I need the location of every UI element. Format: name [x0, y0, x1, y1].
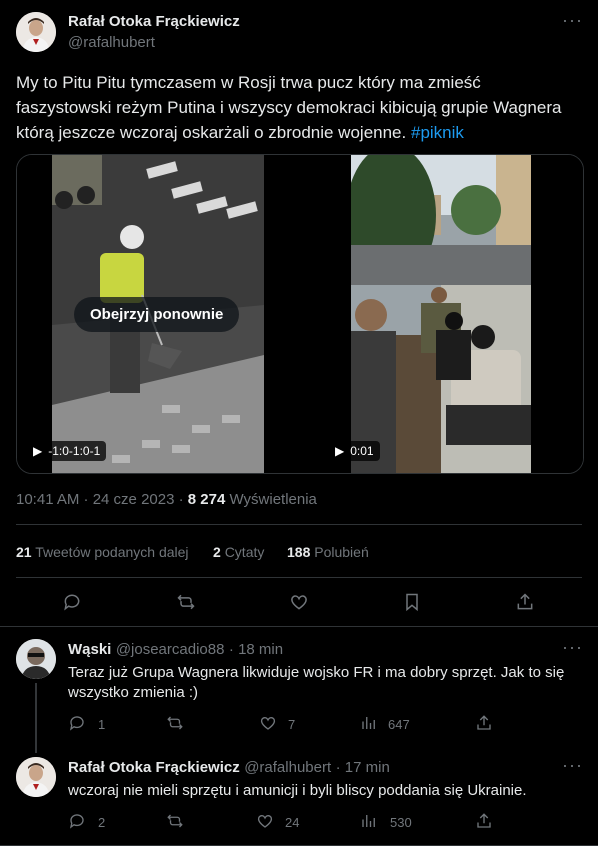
likes-count: 188 [287, 544, 311, 560]
reply-time[interactable]: · 17 min [336, 759, 390, 776]
video-left-timestamp: ▶ -1:0-1:0-1 [27, 441, 107, 461]
reply-author-handle[interactable]: @josearcadio88 [116, 641, 225, 658]
video-right-thumbnail [351, 155, 531, 473]
like-count: 24 [285, 815, 300, 830]
tweet-text: My to Pitu Pitu tymczasem w Rosji trwa p… [16, 70, 576, 145]
retweets-stat[interactable]: 21 Tweetów podanych dalej [16, 544, 189, 560]
reply-text: Teraz już Grupa Wagnera likwiduje wojsko… [68, 664, 565, 701]
tweet-body: My to Pitu Pitu tymczasem w Rosji trwa p… [16, 73, 562, 142]
likes-label: Polubień [314, 544, 369, 560]
reply-count: 2 [98, 815, 106, 830]
video-left-time: -1:0-1:0-1 [48, 444, 101, 458]
divider [0, 626, 598, 627]
reply-count: 1 [98, 717, 106, 732]
video-left[interactable]: Obejrzyj ponownie ▶ -1:0-1:0-1 [17, 155, 299, 473]
tweet-meta: 10:41 AM · 24 cze 2023 · 8 274 Wyświetle… [16, 491, 317, 508]
retweet-icon[interactable] [166, 812, 184, 835]
view-count: 647 [388, 717, 410, 732]
divider [16, 524, 582, 525]
view-count: 530 [390, 815, 412, 830]
bookmark-icon[interactable] [402, 592, 422, 612]
reply-time[interactable]: · 18 min [229, 641, 283, 658]
reply-avatar[interactable] [16, 639, 56, 679]
retweet-icon[interactable] [166, 714, 184, 737]
share-icon[interactable] [475, 714, 493, 737]
reply-icon[interactable] [62, 592, 82, 612]
video-right-time: 0:01 [350, 444, 374, 458]
reply-icon[interactable] [68, 714, 86, 737]
divider [16, 577, 582, 578]
quotes-label: Cytaty [224, 544, 265, 560]
video-right[interactable]: ▶ 0:01 [301, 155, 583, 473]
tweet-timestamp[interactable]: 10:41 AM · 24 cze 2023 · [16, 491, 184, 508]
reply-icon[interactable] [68, 812, 86, 835]
share-icon[interactable] [515, 592, 535, 612]
like-icon[interactable] [259, 714, 277, 737]
more-options-icon[interactable]: ··· [562, 755, 583, 776]
more-options-icon[interactable]: ··· [562, 10, 583, 31]
reply-author-handle[interactable]: @rafalhubert [244, 759, 331, 776]
views-count: 8 274 [187, 491, 226, 508]
views-label: Wyświetlenia [229, 491, 317, 508]
author-handle[interactable]: @rafalhubert [68, 34, 155, 51]
play-icon[interactable]: ▶ [33, 444, 42, 458]
replay-button[interactable]: Obejrzyj ponownie [74, 297, 240, 332]
views-icon[interactable] [360, 812, 378, 835]
like-icon[interactable] [289, 592, 309, 612]
video-right-timestamp: ▶ 0:01 [329, 441, 380, 461]
retweets-label: Tweetów podanych dalej [35, 544, 189, 560]
reply-author-name[interactable]: Wąski [68, 641, 111, 658]
more-options-icon[interactable]: ··· [562, 637, 583, 658]
retweets-count: 21 [16, 544, 32, 560]
share-icon[interactable] [475, 812, 493, 835]
views-icon[interactable] [360, 714, 378, 737]
media-container: Obejrzyj ponownie ▶ -1:0-1:0-1 ▶ 0:01 [16, 154, 584, 474]
reply-avatar[interactable] [16, 757, 56, 797]
reply-header: Wąski @josearcadio88 · 18 min [68, 641, 283, 659]
reply-text: wczoraj nie mieli sprzętu i amunicji i b… [68, 782, 527, 799]
likes-stat[interactable]: 188 Polubień [287, 544, 369, 560]
reply-header: Rafał Otoka Frąckiewicz @rafalhubert · 1… [68, 759, 390, 777]
quotes-stat[interactable]: 2 Cytaty [213, 544, 264, 560]
thread-line [35, 683, 37, 753]
like-count: 7 [288, 717, 296, 732]
like-icon[interactable] [256, 812, 274, 835]
quotes-count: 2 [213, 544, 221, 560]
retweet-icon[interactable] [176, 592, 196, 612]
author-name[interactable]: Rafał Otoka Frąckiewicz [68, 13, 240, 30]
hashtag-link[interactable]: #piknik [411, 123, 464, 142]
play-icon[interactable]: ▶ [335, 444, 344, 458]
reply-author-name[interactable]: Rafał Otoka Frąckiewicz [68, 759, 240, 776]
author-avatar[interactable] [16, 12, 56, 52]
